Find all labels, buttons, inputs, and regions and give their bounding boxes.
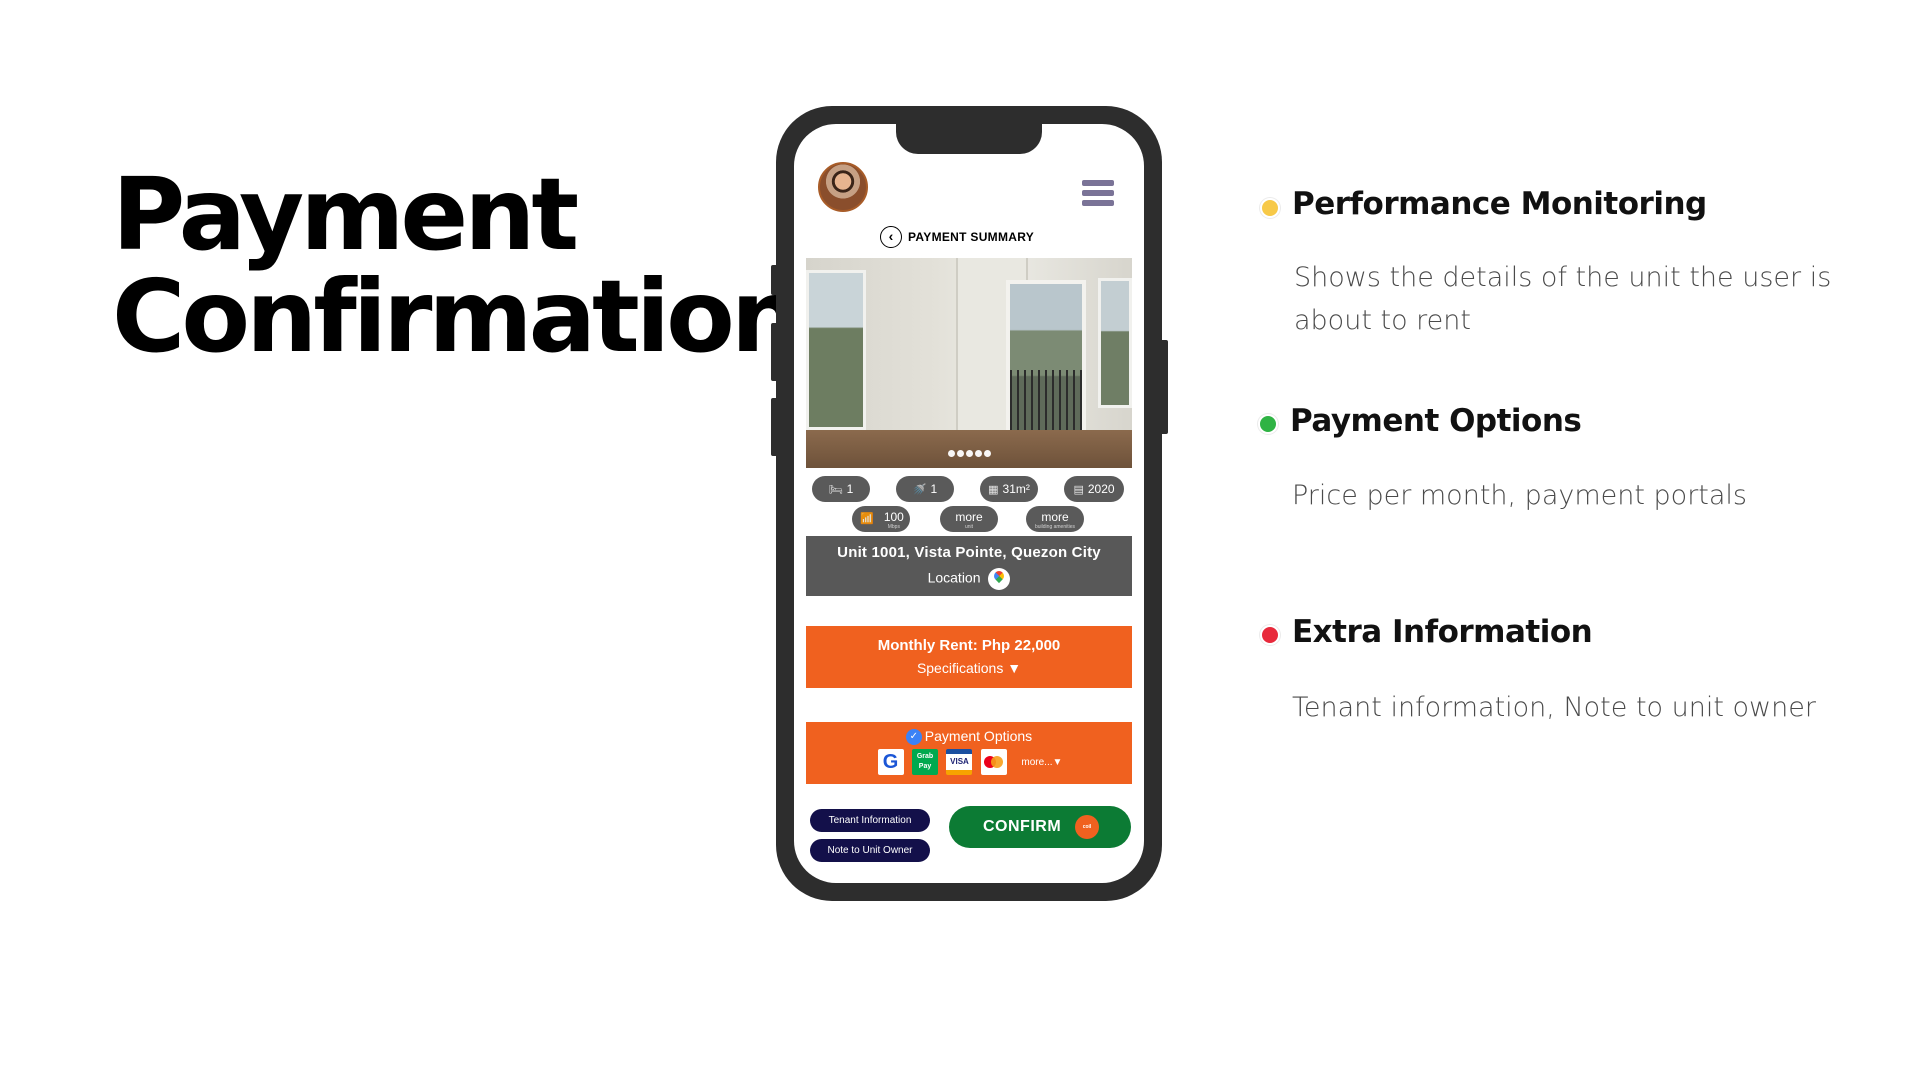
bed-icon: 🛏 bbox=[828, 484, 843, 496]
location-label: Location bbox=[927, 569, 981, 586]
carousel-dot[interactable] bbox=[947, 450, 955, 457]
calendar-icon: ▤ bbox=[1073, 484, 1084, 496]
specifications-toggle[interactable]: Specifications ▼ bbox=[806, 660, 1132, 676]
info-heading: Extra Information bbox=[1292, 614, 1593, 650]
info-body: Shows the details of the unit the user i… bbox=[1294, 262, 1832, 336]
visa-icon[interactable]: VISA bbox=[946, 749, 973, 776]
mastercard-icon[interactable] bbox=[980, 749, 1007, 776]
area-icon: ▦ bbox=[988, 484, 999, 496]
gcash-icon[interactable]: G bbox=[877, 749, 904, 776]
phone-mockup: ‹ PAYMENT SUMMARY 🛏 1 🚿 1 ▦ 31m² ▤ 2020 📶 bbox=[776, 106, 1162, 901]
google-maps-icon[interactable] bbox=[988, 568, 1011, 590]
chip-sublabel: building amenities bbox=[1034, 524, 1076, 530]
avatar[interactable] bbox=[818, 162, 868, 212]
chip-bedrooms: 🛏 1 bbox=[812, 476, 870, 502]
more-amenities-button[interactable]: more building amenities bbox=[1026, 506, 1084, 532]
slide-title-line1: Payment bbox=[112, 156, 579, 273]
confirm-button[interactable]: CONFIRM coil bbox=[949, 806, 1131, 848]
location-link[interactable]: Location bbox=[806, 568, 1132, 590]
green-dot-icon bbox=[1258, 414, 1278, 434]
chip-sublabel: Mbps bbox=[887, 524, 900, 530]
note-to-owner-button[interactable]: Note to Unit Owner bbox=[810, 839, 930, 862]
tenant-information-button[interactable]: Tenant Information bbox=[810, 809, 930, 832]
grabpay-icon[interactable]: Grab Pay bbox=[912, 749, 939, 776]
chip-year: ▤ 2020 bbox=[1064, 476, 1124, 502]
more-payment-options[interactable]: more...▼ bbox=[1021, 757, 1062, 768]
phone-notch bbox=[896, 124, 1042, 154]
slide-title: Payment Confirmation bbox=[112, 156, 802, 375]
info-body: Price per month, payment portals bbox=[1292, 480, 1747, 511]
payment-options-box: ✓ Payment Options G Grab Pay VISA more...… bbox=[806, 722, 1132, 784]
photo-window-right bbox=[1098, 278, 1132, 408]
check-icon: ✓ bbox=[905, 729, 922, 746]
monthly-rent: Monthly Rent: Php 22,000 bbox=[877, 637, 1061, 654]
info-heading: Performance Monitoring bbox=[1292, 186, 1707, 222]
carousel-dot[interactable] bbox=[974, 450, 982, 457]
hamburger-menu-icon[interactable] bbox=[1082, 180, 1114, 208]
monthly-rent-box: Monthly Rent: Php 22,000 Specifications … bbox=[806, 626, 1132, 688]
unit-address: Unit 1001, Vista Pointe, Quezon City bbox=[837, 544, 1101, 561]
more-unit-button[interactable]: more unit bbox=[940, 506, 998, 532]
carousel-dot[interactable] bbox=[965, 450, 973, 457]
chip-sublabel: unit bbox=[964, 524, 974, 530]
info-body: Tenant information, Note to unit owner bbox=[1292, 692, 1816, 723]
carousel-dot[interactable] bbox=[983, 450, 991, 457]
payment-summary-title: PAYMENT SUMMARY bbox=[908, 230, 1035, 244]
phone-screen: ‹ PAYMENT SUMMARY 🛏 1 🚿 1 ▦ 31m² ▤ 2020 📶 bbox=[794, 124, 1144, 883]
photo-balcony-door bbox=[1006, 280, 1086, 440]
red-dot-icon bbox=[1260, 625, 1280, 645]
chip-label: 1 bbox=[930, 482, 938, 496]
payment-options-title: Payment Options bbox=[924, 728, 1033, 744]
info-heading: Payment Options bbox=[1290, 403, 1582, 439]
photo-window-left bbox=[806, 270, 866, 430]
unit-photo[interactable] bbox=[806, 258, 1132, 468]
chip-label: more bbox=[955, 510, 983, 524]
chip-label: 2020 bbox=[1087, 482, 1115, 496]
back-arrow-icon[interactable]: ‹ bbox=[880, 226, 902, 248]
confirm-label: CONFIRM bbox=[983, 818, 1062, 835]
chip-floor-area: ▦ 31m² bbox=[980, 476, 1038, 502]
chip-label: 100 bbox=[883, 510, 904, 524]
chip-label: 1 bbox=[846, 482, 854, 496]
yellow-dot-icon bbox=[1260, 198, 1280, 218]
slide-title-line2: Confirmation bbox=[112, 258, 802, 375]
chip-wifi: 📶 100 Mbps bbox=[852, 506, 910, 532]
bath-icon: 🚿 bbox=[912, 484, 927, 496]
chip-label: more bbox=[1041, 510, 1069, 524]
address-bar: Unit 1001, Vista Pointe, Quezon City Loc… bbox=[806, 536, 1132, 596]
payment-logos: G Grab Pay VISA more...▼ bbox=[806, 749, 1132, 776]
chip-bathrooms: 🚿 1 bbox=[896, 476, 954, 502]
chip-label: 31m² bbox=[1002, 482, 1030, 496]
photo-carousel-dots[interactable] bbox=[806, 444, 1132, 462]
payment-options-header: ✓ Payment Options bbox=[806, 728, 1132, 746]
carousel-dot[interactable] bbox=[956, 450, 964, 457]
coil-coin-icon: coil bbox=[1075, 815, 1099, 839]
